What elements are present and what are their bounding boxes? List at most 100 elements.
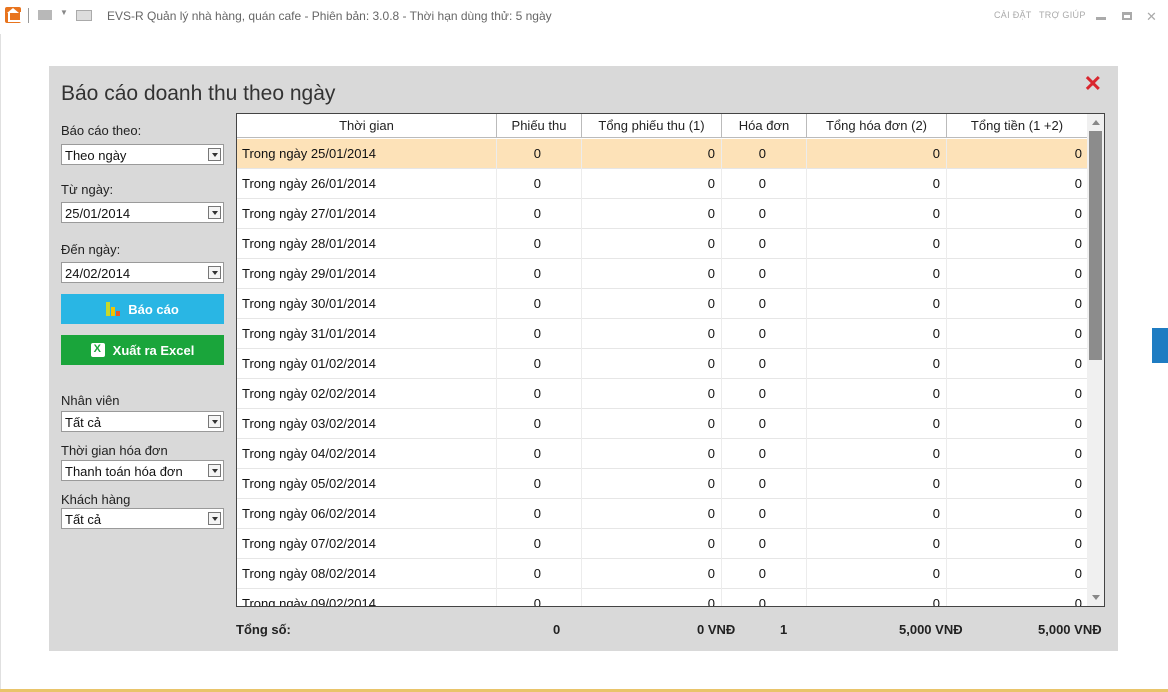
quick-access-icon[interactable] bbox=[38, 10, 52, 20]
vertical-scrollbar[interactable] bbox=[1087, 114, 1104, 606]
chevron-down-icon[interactable] bbox=[208, 415, 221, 428]
cell-time: Trong ngày 04/02/2014 bbox=[237, 439, 497, 469]
cell-grand-total: 0 bbox=[947, 529, 1088, 559]
cell-time: Trong ngày 31/01/2014 bbox=[237, 319, 497, 349]
to-date-label: Đến ngày: bbox=[61, 242, 121, 257]
column-header-receipts-total[interactable]: Tổng phiếu thu (1) bbox=[582, 114, 722, 138]
chevron-down-icon[interactable] bbox=[208, 464, 221, 477]
cell-receipts-total: 0 bbox=[582, 199, 722, 229]
report-button[interactable]: Báo cáo bbox=[61, 294, 224, 324]
cell-receipts: 0 bbox=[497, 169, 582, 199]
table-row[interactable]: Trong ngày 27/01/2014 0 0 0 0 0 bbox=[237, 199, 1088, 229]
to-date-picker[interactable]: 24/02/2014 bbox=[61, 262, 224, 283]
help-link[interactable]: TRỢ GIÚP bbox=[1039, 10, 1086, 20]
cell-grand-total: 0 bbox=[947, 169, 1088, 199]
cell-receipts-total: 0 bbox=[582, 169, 722, 199]
grid-body[interactable]: Trong ngày 25/01/2014 0 0 0 0 0 Trong ngày 26/… bbox=[237, 139, 1088, 606]
panel-title: Báo cáo doanh thu theo ngày bbox=[61, 82, 336, 105]
from-date-picker[interactable]: 25/01/2014 bbox=[61, 202, 224, 223]
cell-invoices: 0 bbox=[722, 349, 807, 379]
table-row[interactable]: Trong ngày 08/02/2014 0 0 0 0 0 bbox=[237, 559, 1088, 589]
quick-access-dropdown-icon[interactable]: ▼ bbox=[60, 8, 68, 17]
cell-invoices: 0 bbox=[722, 559, 807, 589]
cell-receipts-total: 0 bbox=[582, 529, 722, 559]
cell-invoices: 0 bbox=[722, 169, 807, 199]
employee-select[interactable]: Tất cả bbox=[61, 411, 224, 432]
cell-receipts: 0 bbox=[497, 229, 582, 259]
cell-receipts: 0 bbox=[497, 409, 582, 439]
column-header-invoices-total[interactable]: Tổng hóa đơn (2) bbox=[807, 114, 947, 138]
column-header-grand-total[interactable]: Tổng tiền (1 +2) bbox=[947, 114, 1088, 138]
cell-grand-total: 0 bbox=[947, 349, 1088, 379]
cell-time: Trong ngày 30/01/2014 bbox=[237, 289, 497, 319]
table-row[interactable]: Trong ngày 25/01/2014 0 0 0 0 0 bbox=[237, 139, 1088, 169]
invoice-time-select[interactable]: Thanh toán hóa đơn bbox=[61, 460, 224, 481]
customer-select[interactable]: Tất cả bbox=[61, 508, 224, 529]
table-row[interactable]: Trong ngày 04/02/2014 0 0 0 0 0 bbox=[237, 439, 1088, 469]
cell-receipts: 0 bbox=[497, 199, 582, 229]
cell-invoices-total: 0 bbox=[807, 289, 947, 319]
revenue-grid: Thời gian Phiếu thu Tổng phiếu thu (1) Hóa … bbox=[236, 113, 1105, 607]
cell-invoices: 0 bbox=[722, 589, 807, 606]
export-excel-button[interactable]: Xuất ra Excel bbox=[61, 335, 224, 365]
table-row[interactable]: Trong ngày 01/02/2014 0 0 0 0 0 bbox=[237, 349, 1088, 379]
keyboard-icon[interactable] bbox=[76, 10, 92, 21]
table-row[interactable]: Trong ngày 09/02/2014 0 0 0 0 0 bbox=[237, 589, 1088, 606]
cell-receipts-total: 0 bbox=[582, 319, 722, 349]
excel-icon bbox=[90, 343, 105, 357]
cell-grand-total: 0 bbox=[947, 319, 1088, 349]
minimize-button[interactable] bbox=[1096, 12, 1106, 20]
cell-time: Trong ngày 06/02/2014 bbox=[237, 499, 497, 529]
cell-invoices-total: 0 bbox=[807, 409, 947, 439]
cell-receipts: 0 bbox=[497, 559, 582, 589]
close-window-button[interactable]: ✕ bbox=[1146, 9, 1157, 25]
cell-time: Trong ngày 08/02/2014 bbox=[237, 559, 497, 589]
report-button-label: Báo cáo bbox=[128, 301, 179, 317]
cell-receipts: 0 bbox=[497, 139, 582, 169]
cell-grand-total: 0 bbox=[947, 259, 1088, 289]
cell-invoices-total: 0 bbox=[807, 229, 947, 259]
cell-grand-total: 0 bbox=[947, 499, 1088, 529]
table-row[interactable]: Trong ngày 05/02/2014 0 0 0 0 0 bbox=[237, 469, 1088, 499]
cell-grand-total: 0 bbox=[947, 409, 1088, 439]
cell-invoices-total: 0 bbox=[807, 199, 947, 229]
customer-label: Khách hàng bbox=[61, 492, 131, 507]
maximize-button[interactable] bbox=[1122, 12, 1132, 20]
cell-receipts: 0 bbox=[497, 529, 582, 559]
cell-receipts-total: 0 bbox=[582, 469, 722, 499]
cell-invoices-total: 0 bbox=[807, 139, 947, 169]
scroll-up-icon[interactable] bbox=[1092, 120, 1100, 125]
cell-invoices-total: 0 bbox=[807, 379, 947, 409]
column-header-invoices[interactable]: Hóa đơn bbox=[722, 114, 807, 138]
table-row[interactable]: Trong ngày 03/02/2014 0 0 0 0 0 bbox=[237, 409, 1088, 439]
table-row[interactable]: Trong ngày 31/01/2014 0 0 0 0 0 bbox=[237, 319, 1088, 349]
cell-receipts: 0 bbox=[497, 469, 582, 499]
cell-receipts: 0 bbox=[497, 289, 582, 319]
scrollbar-thumb[interactable] bbox=[1089, 131, 1102, 360]
settings-link[interactable]: CÀI ĐẶT bbox=[994, 10, 1032, 20]
scroll-down-icon[interactable] bbox=[1092, 595, 1100, 600]
cell-time: Trong ngày 28/01/2014 bbox=[237, 229, 497, 259]
close-panel-icon[interactable]: ✕ bbox=[1084, 71, 1102, 97]
chevron-down-icon[interactable] bbox=[208, 266, 221, 279]
table-row[interactable]: Trong ngày 30/01/2014 0 0 0 0 0 bbox=[237, 289, 1088, 319]
table-row[interactable]: Trong ngày 02/02/2014 0 0 0 0 0 bbox=[237, 379, 1088, 409]
column-header-receipts[interactable]: Phiếu thu bbox=[497, 114, 582, 138]
chevron-down-icon[interactable] bbox=[208, 512, 221, 525]
table-row[interactable]: Trong ngày 26/01/2014 0 0 0 0 0 bbox=[237, 169, 1088, 199]
report-by-select[interactable]: Theo ngày bbox=[61, 144, 224, 165]
cell-invoices-total: 0 bbox=[807, 499, 947, 529]
cell-time: Trong ngày 27/01/2014 bbox=[237, 199, 497, 229]
app-home-icon[interactable] bbox=[5, 7, 22, 23]
cell-invoices: 0 bbox=[722, 379, 807, 409]
side-panel-tab[interactable] bbox=[1152, 328, 1168, 363]
chevron-down-icon[interactable] bbox=[208, 206, 221, 219]
cell-invoices-total: 0 bbox=[807, 529, 947, 559]
table-row[interactable]: Trong ngày 06/02/2014 0 0 0 0 0 bbox=[237, 499, 1088, 529]
table-row[interactable]: Trong ngày 07/02/2014 0 0 0 0 0 bbox=[237, 529, 1088, 559]
chevron-down-icon[interactable] bbox=[208, 148, 221, 161]
cell-invoices: 0 bbox=[722, 409, 807, 439]
table-row[interactable]: Trong ngày 29/01/2014 0 0 0 0 0 bbox=[237, 259, 1088, 289]
column-header-time[interactable]: Thời gian bbox=[237, 114, 497, 138]
table-row[interactable]: Trong ngày 28/01/2014 0 0 0 0 0 bbox=[237, 229, 1088, 259]
